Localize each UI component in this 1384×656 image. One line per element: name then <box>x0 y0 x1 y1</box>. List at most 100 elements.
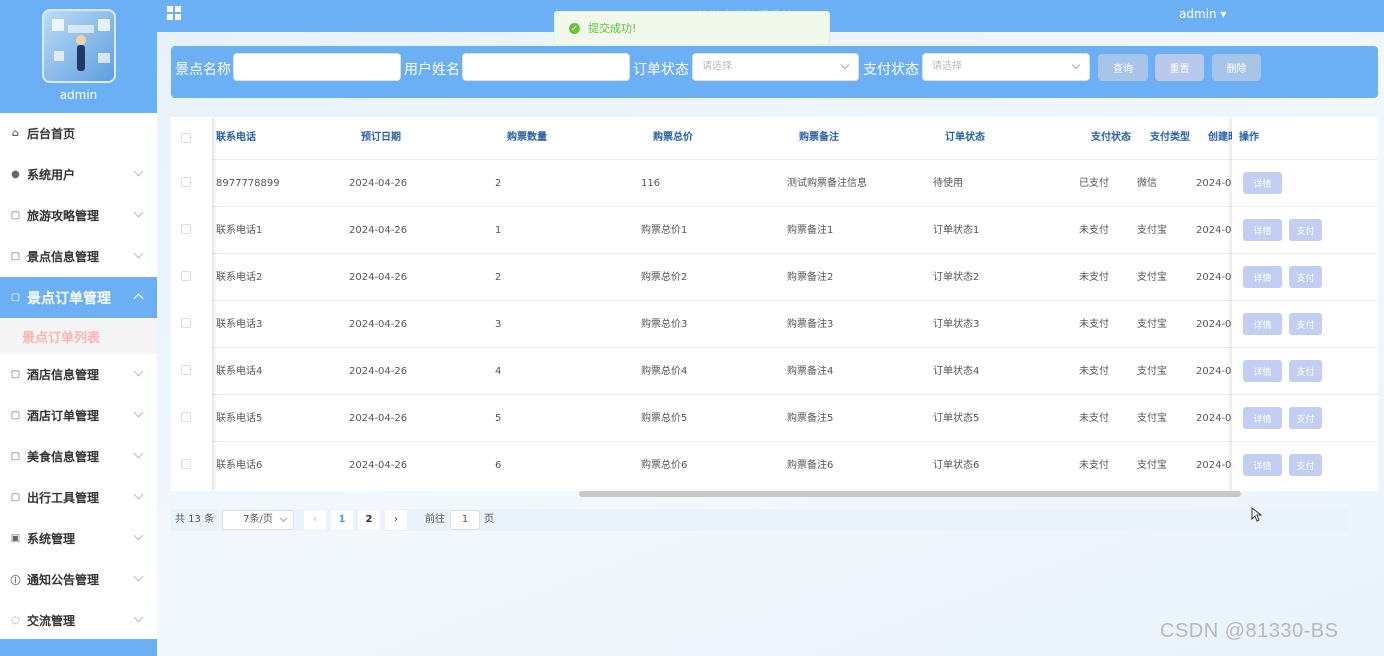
row-actions: 详情 <box>1232 159 1378 206</box>
submenu-item-order-list[interactable]: 景点订单列表 <box>0 318 157 354</box>
row-checkbox[interactable] <box>181 412 191 422</box>
sidebar-item-10[interactable]: ⓘ 通知公告管理 <box>0 559 157 600</box>
cell-phone: 联系电话2 <box>216 272 263 283</box>
sidebar-item-label: 景点订单管理 <box>27 290 111 307</box>
row-checkbox[interactable] <box>181 318 191 328</box>
sidebar-item-label: 景点信息管理 <box>27 250 100 264</box>
sidebar-item-label: 美食信息管理 <box>27 450 100 464</box>
row-actions: 详情 支付 <box>1232 206 1378 253</box>
cell-remark: 购票备注4 <box>787 366 834 377</box>
cell-pay-type: 微信 <box>1137 178 1157 189</box>
detail-button[interactable]: 详情 <box>1243 266 1282 288</box>
user-dropdown[interactable]: admin ▾ <box>1179 7 1226 21</box>
cell-total: 购票总价3 <box>641 319 688 330</box>
next-page-button[interactable]: › <box>385 510 407 530</box>
table-row[interactable]: 联系电话6 2024-04-26 6 购票总价6 购票备注6 订单状态6 未支付 支付宝 202… <box>171 441 1378 488</box>
cell-remark: 购票备注1 <box>787 225 834 236</box>
cell-total: 116 <box>641 178 661 189</box>
column-header-qty: 购票数量 <box>507 132 547 143</box>
detail-button[interactable]: 详情 <box>1243 407 1282 429</box>
cell-order-status: 订单状态5 <box>933 413 980 424</box>
order-status-select[interactable]: 请选择 <box>692 53 859 81</box>
table-row[interactable]: 联系电话1 2024-04-26 1 购票总价1 购票备注1 订单状态1 未支付 支付宝 202… <box>171 206 1378 253</box>
row-checkbox[interactable] <box>181 177 191 187</box>
sidebar-item-8[interactable]: ▢ 出行工具管理 <box>0 477 157 518</box>
row-actions: 详情 支付 <box>1232 394 1378 441</box>
pagination-total: 共 13 条 <box>175 514 215 525</box>
detail-button[interactable]: 详情 <box>1243 219 1282 241</box>
cell-pay-status: 已支付 <box>1079 178 1109 189</box>
query-button[interactable]: 查询 <box>1098 54 1148 81</box>
cell-date: 2024-04-26 <box>349 366 408 377</box>
table-row[interactable]: 8977778899 2024-04-26 2 116 测试购票备注信息 待使用 已支付 微信… <box>171 159 1378 206</box>
pay-button[interactable]: 支付 <box>1289 454 1322 476</box>
orders-table: 联系电话 预订日期 购票数量 购票总价 购票备注 订单状态 支付状态 支付类型 创建时 89777… <box>171 117 1378 491</box>
avatar[interactable] <box>41 9 116 83</box>
username-input[interactable] <box>462 53 630 81</box>
row-checkbox[interactable] <box>181 365 191 375</box>
actions-column: 操作 详情 详情 支付 详情 支付 详情 支付 详情 支付 详情 支付 详情 支付 <box>1232 117 1378 491</box>
chevron-icon <box>133 248 144 259</box>
pay-button[interactable]: 支付 <box>1289 360 1322 382</box>
sidebar-item-9[interactable]: ▣ 系统管理 <box>0 518 157 559</box>
table-row[interactable]: 联系电话2 2024-04-26 2 购票总价2 购票备注2 订单状态2 未支付 支付宝 202… <box>171 253 1378 300</box>
search-bar: 景点名称 用户姓名 订单状态 请选择 支付状态 请选择 查询 重置 删除 <box>171 46 1378 98</box>
user-icon: ● <box>11 169 20 180</box>
goto-page-input[interactable]: 1 <box>450 510 480 530</box>
detail-button[interactable]: 详情 <box>1243 172 1282 194</box>
menu-toggle-icon[interactable] <box>167 6 181 20</box>
sidebar-item-0[interactable]: ⌂ 后台首页 <box>0 113 157 154</box>
table-horizontal-scrollbar[interactable] <box>579 491 1241 497</box>
select-all-checkbox[interactable] <box>181 133 191 143</box>
detail-button[interactable]: 详情 <box>1243 454 1282 476</box>
sidebar-item-3[interactable]: ▢ 景点信息管理 <box>0 236 157 277</box>
document-icon: ▢ <box>10 369 21 380</box>
sidebar-item-label: 系统管理 <box>27 532 76 546</box>
detail-button[interactable]: 详情 <box>1243 313 1282 335</box>
pay-button[interactable]: 支付 <box>1289 266 1322 288</box>
sidebar-item-4[interactable]: ▢ 景点订单管理 <box>0 277 157 318</box>
sidebar-item-6[interactable]: ▢ 酒店订单管理 <box>0 395 157 436</box>
sidebar-item-11[interactable]: ◌ 交流管理 <box>0 600 157 641</box>
row-checkbox[interactable] <box>181 271 191 281</box>
detail-button[interactable]: 详情 <box>1243 360 1282 382</box>
cell-total: 购票总价4 <box>641 366 688 377</box>
cell-pay-status: 未支付 <box>1079 272 1109 283</box>
sidebar-item-label: 出行工具管理 <box>27 491 100 505</box>
page-size-select[interactable]: 7条/页 <box>222 510 294 530</box>
sidebar-item-7[interactable]: ▢ 美食信息管理 <box>0 436 157 477</box>
mouse-cursor-icon <box>1251 507 1263 522</box>
cell-phone: 8977778899 <box>216 178 280 189</box>
table-row[interactable]: 联系电话3 2024-04-26 3 购票总价3 购票备注3 订单状态3 未支付 支付宝 202… <box>171 300 1378 347</box>
cell-pay-type: 支付宝 <box>1137 272 1167 283</box>
chat-icon: ◌ <box>11 615 20 626</box>
delete-button[interactable]: 删除 <box>1212 54 1261 81</box>
prev-page-button[interactable]: ‹ <box>304 510 326 530</box>
sidebar-item-1[interactable]: ● 系统用户 <box>0 154 157 195</box>
cell-pay-status: 未支付 <box>1079 319 1109 330</box>
document-icon: ▢ <box>10 292 21 303</box>
toast-message: 提交成功! <box>588 22 637 35</box>
pay-button[interactable]: 支付 <box>1289 219 1322 241</box>
table-row[interactable]: 联系电话4 2024-04-26 4 购票总价4 购票备注4 订单状态4 未支付 支付宝 202… <box>171 347 1378 394</box>
pay-status-select[interactable]: 请选择 <box>922 53 1090 81</box>
cell-pay-status: 未支付 <box>1079 366 1109 377</box>
chevron-down-icon <box>279 514 288 523</box>
document-icon: ▢ <box>10 210 21 221</box>
column-header-pay-type: 支付类型 <box>1150 132 1190 143</box>
page-1-button[interactable]: 1 <box>331 510 353 530</box>
cell-total: 购票总价5 <box>641 413 688 424</box>
sidebar-item-2[interactable]: ▢ 旅游攻略管理 <box>0 195 157 236</box>
page-2-button[interactable]: 2 <box>358 510 380 530</box>
row-checkbox[interactable] <box>181 224 191 234</box>
pay-button[interactable]: 支付 <box>1289 313 1322 335</box>
scenic-name-input[interactable] <box>233 53 401 81</box>
reset-button[interactable]: 重置 <box>1155 54 1204 81</box>
row-checkbox[interactable] <box>181 459 191 469</box>
pay-button[interactable]: 支付 <box>1289 407 1322 429</box>
cell-remark: 测试购票备注信息 <box>787 178 867 189</box>
sidebar-item-5[interactable]: ▢ 酒店信息管理 <box>0 354 157 395</box>
scenic-name-label: 景点名称 <box>175 62 231 78</box>
sidebar-profile: admin <box>0 0 157 113</box>
table-row[interactable]: 联系电话5 2024-04-26 5 购票总价5 购票备注5 订单状态5 未支付 支付宝 202… <box>171 394 1378 441</box>
